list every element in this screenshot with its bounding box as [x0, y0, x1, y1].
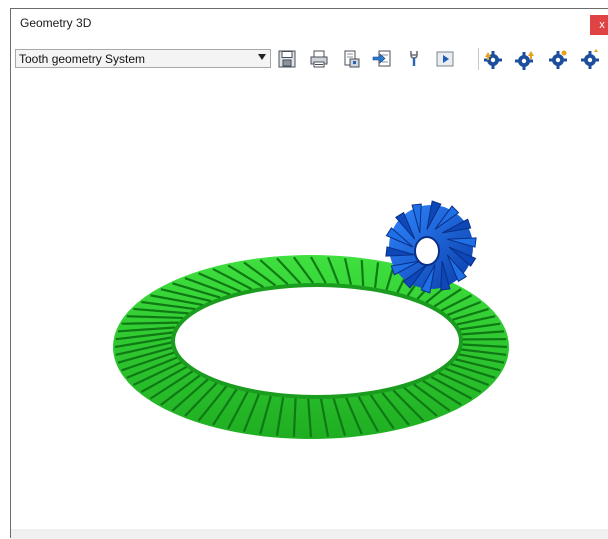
- play-icon: [435, 49, 455, 69]
- gear-arrow-up-button[interactable]: [482, 47, 504, 71]
- save-icon: [277, 49, 297, 69]
- system-select-value: Tooth geometry System: [19, 52, 145, 66]
- toolbar-separator: [478, 48, 479, 70]
- gear-dual-button[interactable]: [579, 47, 601, 71]
- window-title: Geometry 3D: [20, 16, 91, 30]
- 3d-viewport[interactable]: [11, 79, 608, 534]
- play-button[interactable]: [434, 47, 456, 71]
- ring-gear-tooth: [362, 260, 363, 286]
- export-button[interactable]: [371, 47, 393, 71]
- gear-button[interactable]: [547, 47, 569, 71]
- save-button[interactable]: [276, 47, 298, 71]
- export-icon: [372, 49, 392, 69]
- print-button[interactable]: [308, 47, 330, 71]
- toolbar: Tooth geometry System: [11, 39, 608, 79]
- gear-icon: [547, 48, 569, 70]
- gear-model-render: [11, 79, 605, 534]
- close-icon: x: [599, 19, 605, 31]
- gear-arrow-up-double-button[interactable]: [514, 47, 536, 71]
- system-select[interactable]: Tooth geometry System: [15, 49, 271, 68]
- title-bar: Geometry 3D x: [11, 9, 608, 39]
- wrench-icon: [404, 49, 424, 69]
- status-strip: [11, 529, 608, 539]
- gear-dual-icon: [579, 48, 601, 70]
- gear-arrow-up-icon: [482, 48, 504, 70]
- ring-gear-tooth: [122, 323, 179, 324]
- print-preview-button[interactable]: [340, 47, 362, 71]
- close-button[interactable]: x: [590, 15, 608, 35]
- gear-arrow-up-double-icon: [514, 48, 536, 70]
- wrench-button[interactable]: [403, 47, 425, 71]
- print-icon: [309, 49, 329, 69]
- chevron-down-icon[interactable]: [258, 54, 266, 60]
- print-preview-icon: [341, 49, 361, 69]
- geometry-3d-window: Geometry 3D x Tooth geometry System: [10, 8, 608, 538]
